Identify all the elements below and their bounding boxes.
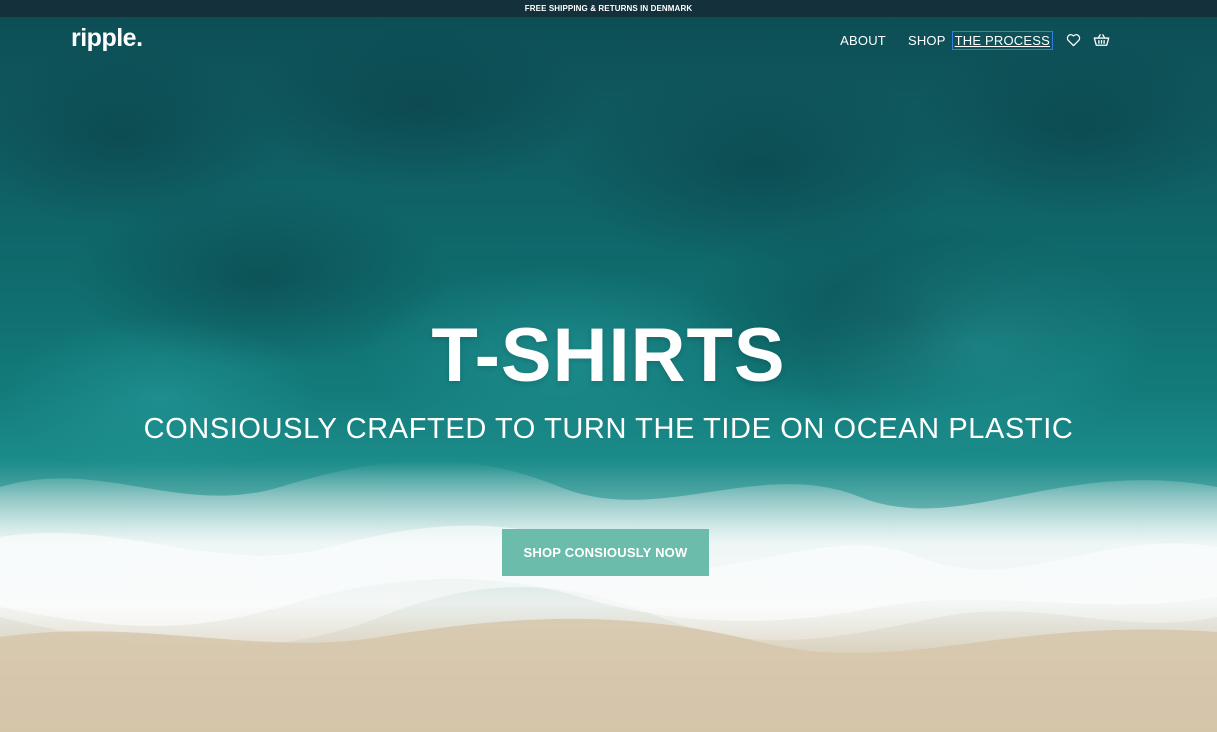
announcement-text: FREE SHIPPING & RETURNS IN DENMARK — [524, 4, 693, 13]
ripple-logo[interactable]: ripple. — [71, 24, 143, 53]
page: FREE SHIPPING & RETURNS IN DENMARK rippl… — [0, 0, 1217, 732]
shop-now-button[interactable]: SHOP CONSIOUSLY NOW — [502, 529, 709, 576]
nav-about[interactable]: ABOUT — [840, 33, 886, 48]
basket-icon[interactable] — [1092, 31, 1110, 49]
hero-subtitle: CONSIOUSLY CRAFTED TO TURN THE TIDE ON O… — [143, 413, 1074, 445]
main-nav: ABOUT SHOP THE PROCESS — [840, 30, 1110, 50]
hero-title: T-SHIRTS — [431, 313, 786, 398]
nav-shop[interactable]: SHOP — [908, 33, 946, 48]
site-header: ripple. ABOUT SHOP THE PROCESS — [0, 17, 1217, 63]
announcement-bar: FREE SHIPPING & RETURNS IN DENMARK — [0, 0, 1217, 17]
heart-icon[interactable] — [1064, 31, 1082, 49]
nav-the-process[interactable]: THE PROCESS — [951, 30, 1054, 50]
